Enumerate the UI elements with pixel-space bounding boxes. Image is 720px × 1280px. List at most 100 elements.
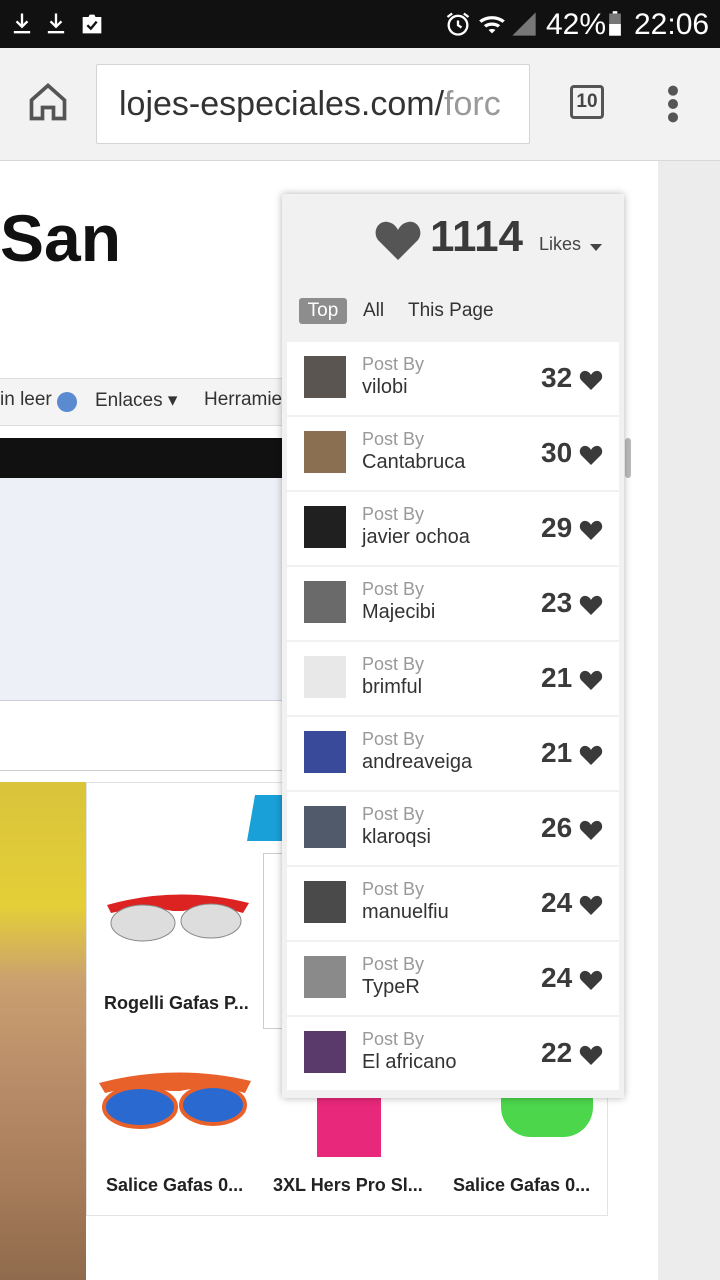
- heart-icon: [579, 520, 603, 540]
- avatar[interactable]: [304, 431, 346, 473]
- battery-percent: 42%: [546, 8, 607, 41]
- likes-total: 1114: [430, 212, 524, 261]
- post-by-label: Post By: [362, 879, 425, 899]
- page-title: San: [0, 201, 122, 275]
- brand-logo-icon: [247, 795, 287, 841]
- username-link[interactable]: andreaveiga: [362, 751, 472, 774]
- avatar[interactable]: [304, 1031, 346, 1073]
- username-link[interactable]: brimful: [362, 676, 422, 699]
- tab-top[interactable]: Top: [299, 298, 347, 324]
- like-count: 24: [541, 962, 573, 993]
- globe-icon: [57, 392, 77, 412]
- likes-list: Post By vilobi 32 Post By Cantabruca 30 Post B…: [287, 342, 619, 1092]
- product-label[interactable]: 3XL Hers Pro Sl...: [273, 1175, 423, 1196]
- heart-icon: [579, 970, 603, 990]
- list-item[interactable]: Post By El africano 22: [287, 1017, 619, 1090]
- tab-this-page[interactable]: This Page: [408, 298, 494, 324]
- chevron-down-icon[interactable]: [590, 244, 602, 251]
- heart-icon: [579, 595, 603, 615]
- avatar[interactable]: [304, 956, 346, 998]
- avatar[interactable]: [304, 881, 346, 923]
- avatar[interactable]: [304, 656, 346, 698]
- post-by-label: Post By: [362, 579, 425, 599]
- heart-icon: [375, 221, 421, 260]
- avatar[interactable]: [304, 731, 346, 773]
- likes-label[interactable]: Likes: [539, 234, 581, 255]
- avatar[interactable]: [304, 806, 346, 848]
- overflow-menu-icon[interactable]: [660, 84, 686, 124]
- tab-all[interactable]: All: [363, 298, 384, 324]
- download-icon: [13, 13, 31, 34]
- nav-links-menu[interactable]: Enlaces ▾: [95, 389, 177, 412]
- username-link[interactable]: javier ochoa: [362, 526, 470, 549]
- content-panel: [0, 478, 290, 701]
- nav-tools-menu[interactable]: Herramie: [204, 389, 282, 411]
- home-icon[interactable]: [26, 80, 70, 124]
- banner-bar: [0, 438, 290, 478]
- list-item[interactable]: Post By manuelfiu 24: [287, 867, 619, 940]
- status-bar: 42% 22:06: [0, 0, 720, 48]
- clock: 22:06: [634, 8, 710, 41]
- nav-unread-link[interactable]: in leer: [0, 389, 52, 411]
- post-by-label: Post By: [362, 654, 425, 674]
- sunglasses-image[interactable]: [95, 1063, 255, 1133]
- heart-icon: [579, 370, 603, 390]
- list-item[interactable]: Post By vilobi 32: [287, 342, 619, 415]
- divider: [0, 770, 290, 771]
- username-link[interactable]: vilobi: [362, 376, 408, 399]
- like-count: 26: [541, 812, 573, 843]
- heart-icon: [579, 820, 603, 840]
- avatar[interactable]: [304, 506, 346, 548]
- list-item[interactable]: Post By TypeR 24: [287, 942, 619, 1015]
- url-text[interactable]: lojes-especiales.com/forc: [119, 85, 501, 124]
- heart-icon: [579, 895, 603, 915]
- like-count: 29: [541, 512, 573, 543]
- list-item[interactable]: Post By Majecibi 23: [287, 567, 619, 640]
- username-link[interactable]: TypeR: [362, 976, 420, 999]
- scrollbar[interactable]: [625, 438, 631, 478]
- product-label[interactable]: Salice Gafas 0...: [453, 1175, 590, 1196]
- avatar[interactable]: [304, 581, 346, 623]
- heart-icon: [579, 745, 603, 765]
- product-image[interactable]: [501, 1097, 593, 1137]
- like-count: 22: [541, 1037, 573, 1068]
- username-link[interactable]: manuelfiu: [362, 901, 449, 924]
- alarm-icon: [446, 12, 470, 36]
- like-count: 24: [541, 887, 573, 918]
- post-by-label: Post By: [362, 804, 425, 824]
- list-item[interactable]: Post By Cantabruca 30: [287, 417, 619, 490]
- address-bar[interactable]: lojes-especiales.com/forc: [96, 64, 530, 144]
- like-count: 23: [541, 587, 573, 618]
- list-item[interactable]: Post By klaroqsi 26: [287, 792, 619, 865]
- post-by-label: Post By: [362, 1029, 425, 1049]
- avatar[interactable]: [304, 356, 346, 398]
- sunglasses-image[interactable]: [103, 883, 251, 947]
- browser-toolbar: lojes-especiales.com/forc 10: [0, 48, 720, 161]
- product-image[interactable]: [317, 1095, 381, 1157]
- like-count: 32: [541, 362, 573, 393]
- page-gutter: [658, 161, 720, 1280]
- clipboard-check-icon: [82, 14, 102, 34]
- username-link[interactable]: Majecibi: [362, 601, 435, 624]
- list-item[interactable]: Post By javier ochoa 29: [287, 492, 619, 565]
- post-by-label: Post By: [362, 729, 425, 749]
- post-by-label: Post By: [362, 354, 425, 374]
- product-card: [263, 853, 283, 1029]
- wifi-icon: [479, 16, 505, 34]
- username-link[interactable]: klaroqsi: [362, 826, 431, 849]
- list-item[interactable]: Post By andreaveiga 21: [287, 717, 619, 790]
- photo-image: [0, 782, 86, 1280]
- heart-icon: [579, 445, 603, 465]
- like-count: 21: [541, 662, 573, 693]
- post-by-label: Post By: [362, 429, 425, 449]
- like-count: 30: [541, 437, 573, 468]
- list-item[interactable]: Post By brimful 21: [287, 642, 619, 715]
- username-link[interactable]: Cantabruca: [362, 451, 465, 474]
- post-by-label: Post By: [362, 504, 425, 524]
- heart-icon: [579, 670, 603, 690]
- tabs-icon[interactable]: 10: [570, 85, 604, 119]
- product-label[interactable]: Rogelli Gafas P...: [104, 993, 249, 1014]
- username-link[interactable]: El africano: [362, 1051, 457, 1074]
- product-label[interactable]: Salice Gafas 0...: [106, 1175, 243, 1196]
- post-by-label: Post By: [362, 954, 425, 974]
